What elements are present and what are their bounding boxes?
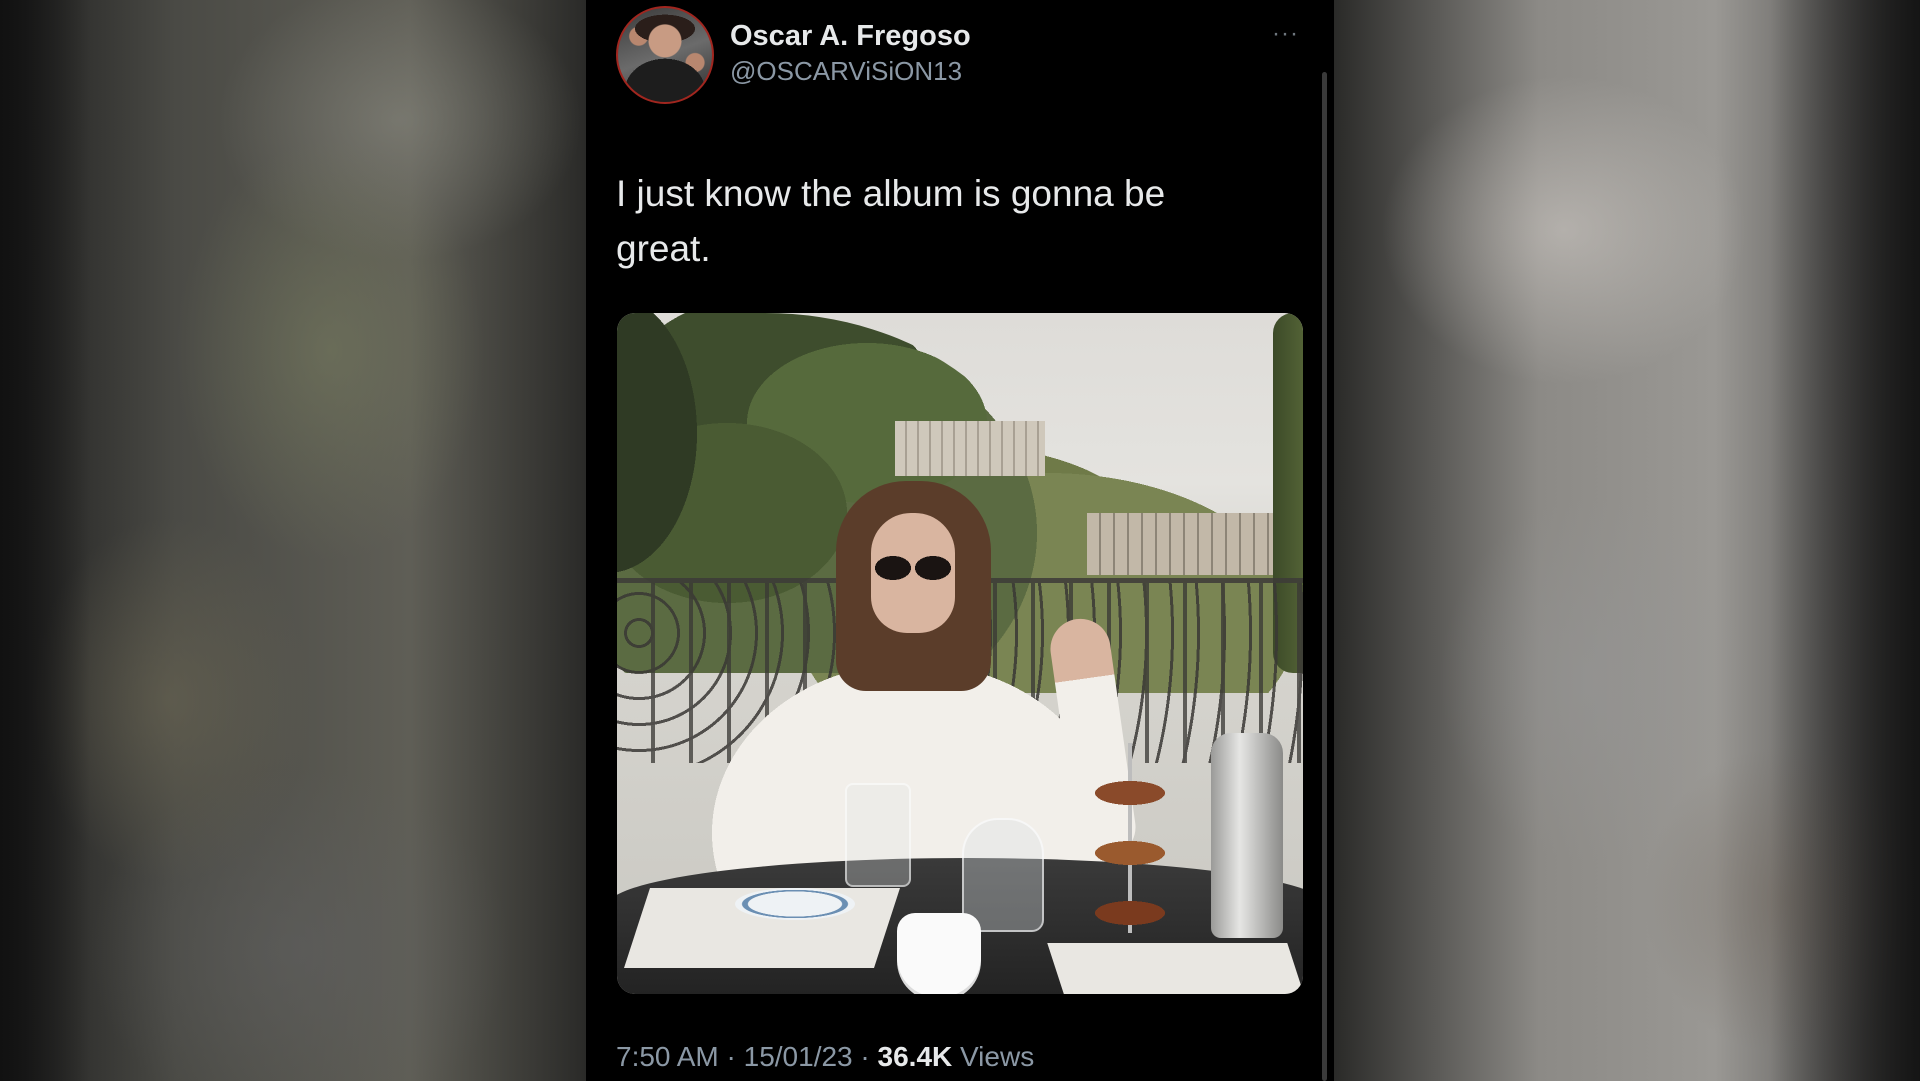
author-handle[interactable]: @OSCARViSiON13: [730, 56, 962, 87]
edge-shadow-right: [1770, 0, 1920, 1081]
tweet-time[interactable]: 7:50 AM: [616, 1041, 719, 1072]
edge-shadow-left: [0, 0, 90, 1081]
views-label: Views: [960, 1041, 1035, 1072]
photo-building: [895, 421, 1045, 476]
author-name[interactable]: Oscar A. Fregoso: [730, 20, 971, 53]
photo-cup: [897, 913, 981, 994]
photo-building: [1087, 513, 1277, 575]
tweet-metadata: 7:50 AM · 15/01/23 · 36.4K Views: [616, 1041, 1034, 1073]
photo-thermos: [1211, 733, 1283, 938]
tweet-photo[interactable]: [617, 313, 1303, 994]
tweet-date[interactable]: 15/01/23: [744, 1041, 853, 1072]
views-count: 36.4K: [877, 1041, 953, 1072]
tweet-card: Oscar A. Fregoso @OSCARViSiON13 ··· I ju…: [586, 0, 1334, 1081]
photo-plate: [735, 888, 855, 920]
scrollbar[interactable]: [1322, 72, 1327, 1081]
photo-glass: [962, 818, 1044, 932]
avatar[interactable]: [616, 6, 714, 104]
tweet-text: I just know the album is gonna be great.: [616, 173, 1166, 269]
separator: ·: [860, 1041, 870, 1072]
photo-placemat: [1047, 943, 1303, 994]
more-horizontal-icon[interactable]: ···: [1272, 20, 1299, 48]
photo-sunglasses: [873, 555, 953, 581]
separator: ·: [726, 1041, 736, 1072]
photo-glass: [845, 783, 911, 887]
photo-cake-stand: [1095, 743, 1165, 933]
